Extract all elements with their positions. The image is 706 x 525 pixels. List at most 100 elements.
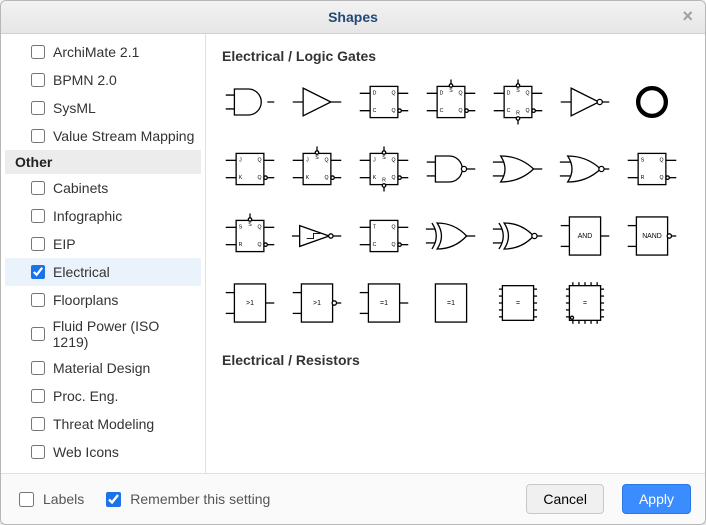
category-item[interactable]: Signs — [5, 466, 201, 473]
category-item[interactable]: Material Design — [5, 354, 201, 382]
shape-grid: DCQQDCQQSDCQQSRJKQQJKQQSJKQQSRSRQQSRQQST… — [222, 74, 689, 330]
shape-nand-box[interactable]: NAND — [624, 208, 679, 263]
svg-text:S: S — [238, 224, 242, 230]
category-checkbox[interactable] — [31, 45, 45, 59]
dialog-titlebar: Shapes × — [1, 1, 705, 34]
svg-text:C: C — [439, 108, 443, 114]
category-item[interactable]: Proc. Eng. — [5, 382, 201, 410]
category-checkbox[interactable] — [31, 389, 45, 403]
category-checkbox[interactable] — [31, 209, 45, 223]
shape-buffer[interactable] — [289, 74, 344, 129]
svg-text:S: S — [516, 88, 520, 94]
svg-text:S: S — [315, 155, 319, 161]
category-item[interactable]: Threat Modeling — [5, 410, 201, 438]
dialog-title: Shapes — [328, 9, 378, 25]
category-label: BPMN 2.0 — [53, 72, 117, 88]
shape-schmitt[interactable] — [289, 208, 344, 263]
svg-text:=: = — [582, 299, 586, 306]
shape-preview-panel[interactable]: Electrical / Logic GatesDCQQDCQQSDCQQSRJ… — [206, 34, 705, 473]
category-checkbox[interactable] — [31, 445, 45, 459]
shape-xor-gate[interactable] — [423, 208, 478, 263]
svg-text:>1: >1 — [313, 299, 321, 306]
category-item[interactable]: Cabinets — [5, 174, 201, 202]
svg-text:Q: Q — [257, 175, 261, 181]
category-checkbox[interactable] — [31, 129, 45, 143]
shape-jk-flipflop-1[interactable]: JKQQ — [222, 141, 277, 196]
shape-sr-flipflop-2[interactable]: SRQQS — [222, 208, 277, 263]
shape-ge1-box-1[interactable]: >1 — [222, 275, 277, 330]
svg-text:Q: Q — [391, 157, 395, 163]
category-sidebar[interactable]: ArchiMate 2.1 BPMN 2.0 SysMLValue Stream M… — [1, 34, 206, 473]
category-checkbox[interactable] — [31, 361, 45, 375]
shape-d-flipflop-2[interactable]: DCQQS — [423, 74, 478, 129]
category-checkbox[interactable] — [31, 327, 45, 341]
category-checkbox[interactable] — [31, 293, 45, 307]
shape-sr-flipflop-1[interactable]: SRQQ — [624, 141, 679, 196]
shape-d-flipflop-1[interactable]: DCQQ — [356, 74, 411, 129]
svg-text:S: S — [640, 157, 644, 163]
category-item[interactable]: BPMN 2.0 — [5, 66, 201, 94]
svg-text:Q: Q — [257, 242, 261, 248]
svg-text:Q: Q — [525, 90, 529, 96]
category-item[interactable]: ArchiMate 2.1 — [5, 38, 201, 66]
dialog-footer: Labels Remember this setting Cancel Appl… — [1, 473, 705, 524]
shape-xnor-gate[interactable] — [490, 208, 545, 263]
section-title: Electrical / Logic Gates — [222, 48, 689, 64]
svg-text:Q: Q — [659, 157, 663, 163]
shape-nand-gate[interactable] — [423, 141, 478, 196]
cancel-button[interactable]: Cancel — [526, 484, 604, 514]
shape-nor-gate[interactable] — [557, 141, 612, 196]
category-item[interactable]: Infographic — [5, 202, 201, 230]
labels-option[interactable]: Labels — [15, 489, 84, 510]
shape-t-flipflop[interactable]: TCQQ — [356, 208, 411, 263]
svg-text:R: R — [640, 175, 644, 181]
svg-text:C: C — [372, 108, 376, 114]
svg-text:J: J — [306, 157, 309, 163]
svg-text:Q: Q — [458, 108, 462, 114]
category-item[interactable]: Value Stream Mapping — [5, 122, 201, 150]
category-header: Other — [5, 150, 201, 174]
section-title: Electrical / Resistors — [222, 352, 689, 368]
svg-text:K: K — [305, 175, 309, 181]
category-item[interactable]: EIP — [5, 230, 201, 258]
shape-jk-flipflop-2[interactable]: JKQQS — [289, 141, 344, 196]
shape-jk-flipflop-3[interactable]: JKQQSR — [356, 141, 411, 196]
category-item[interactable]: Web Icons — [5, 438, 201, 466]
category-checkbox[interactable] — [31, 237, 45, 251]
svg-text:C: C — [506, 108, 510, 114]
shape-inverter[interactable] — [557, 74, 612, 129]
labels-checkbox-label: Labels — [43, 491, 84, 507]
shape-dip-1[interactable]: = — [490, 275, 545, 330]
svg-text:R: R — [238, 242, 242, 248]
shape-ring[interactable] — [624, 74, 679, 129]
category-checkbox[interactable] — [31, 265, 45, 279]
shape-eq1-box-1[interactable]: =1 — [356, 275, 411, 330]
category-item[interactable]: Electrical — [5, 258, 201, 286]
apply-button[interactable]: Apply — [622, 484, 691, 514]
labels-checkbox[interactable] — [19, 492, 34, 507]
svg-text:>1: >1 — [246, 299, 254, 306]
category-checkbox[interactable] — [31, 101, 45, 115]
shape-dip-2[interactable]: = — [557, 275, 612, 330]
category-checkbox[interactable] — [31, 417, 45, 431]
svg-text:K: K — [238, 175, 242, 181]
svg-text:J: J — [239, 157, 242, 163]
shape-ge1-box-2[interactable]: >1 — [289, 275, 344, 330]
category-item[interactable]: Floorplans — [5, 286, 201, 314]
shape-and-gate[interactable] — [222, 74, 277, 129]
category-item[interactable]: SysML — [5, 94, 201, 122]
shape-d-flipflop-3[interactable]: DCQQSR — [490, 74, 545, 129]
svg-text:R: R — [516, 110, 520, 116]
svg-text:Q: Q — [324, 157, 328, 163]
remember-checkbox[interactable] — [106, 492, 121, 507]
close-icon[interactable]: × — [682, 7, 693, 25]
shape-eq1-box-2[interactable]: =1 — [423, 275, 478, 330]
svg-text:D: D — [372, 90, 376, 96]
remember-option[interactable]: Remember this setting — [102, 489, 270, 510]
category-item[interactable]: Fluid Power (ISO 1219) — [5, 314, 201, 354]
shape-and-box[interactable]: AND — [557, 208, 612, 263]
svg-text:S: S — [449, 88, 453, 94]
category-checkbox[interactable] — [31, 181, 45, 195]
category-checkbox[interactable] — [31, 73, 45, 87]
shape-or-gate[interactable] — [490, 141, 545, 196]
